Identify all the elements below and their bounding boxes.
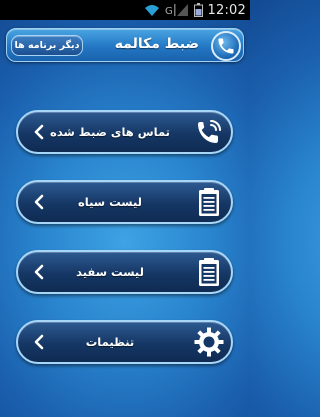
app-header: دیگر برنامه ها ضبط مکالمه <box>6 28 244 62</box>
status-bar: G 12:02 <box>0 0 250 20</box>
wifi-icon <box>144 5 159 16</box>
menu-item-label: لیست سفید <box>76 265 144 279</box>
signal-icon: G <box>165 4 188 17</box>
chevron-left-icon <box>34 124 44 140</box>
clipboard-icon <box>199 258 219 286</box>
page-title: ضبط مکالمه <box>114 36 199 52</box>
phone-icon <box>198 120 221 143</box>
chevron-left-icon <box>34 264 44 280</box>
menu-item-label: لیست سیاه <box>78 195 143 209</box>
status-time: 12:02 <box>207 2 246 18</box>
menu-item-blacklist[interactable]: لیست سیاه <box>16 180 233 224</box>
gear-icon <box>194 327 224 357</box>
svg-text:G: G <box>165 6 173 17</box>
chevron-left-icon <box>34 334 44 350</box>
more-apps-button[interactable]: دیگر برنامه ها <box>11 35 83 56</box>
battery-icon <box>193 3 203 17</box>
chevron-left-icon <box>34 194 44 210</box>
clipboard-icon <box>199 188 219 216</box>
menu-item-whitelist[interactable]: لیست سفید <box>16 250 233 294</box>
menu-item-label: تماس های ضبط شده <box>50 125 170 139</box>
menu-item-label: تنظیمات <box>85 335 135 349</box>
menu-item-settings[interactable]: تنظیمات <box>16 320 233 364</box>
phone-logo-icon <box>211 31 241 61</box>
menu-item-recorded-calls[interactable]: تماس های ضبط شده <box>16 110 233 154</box>
